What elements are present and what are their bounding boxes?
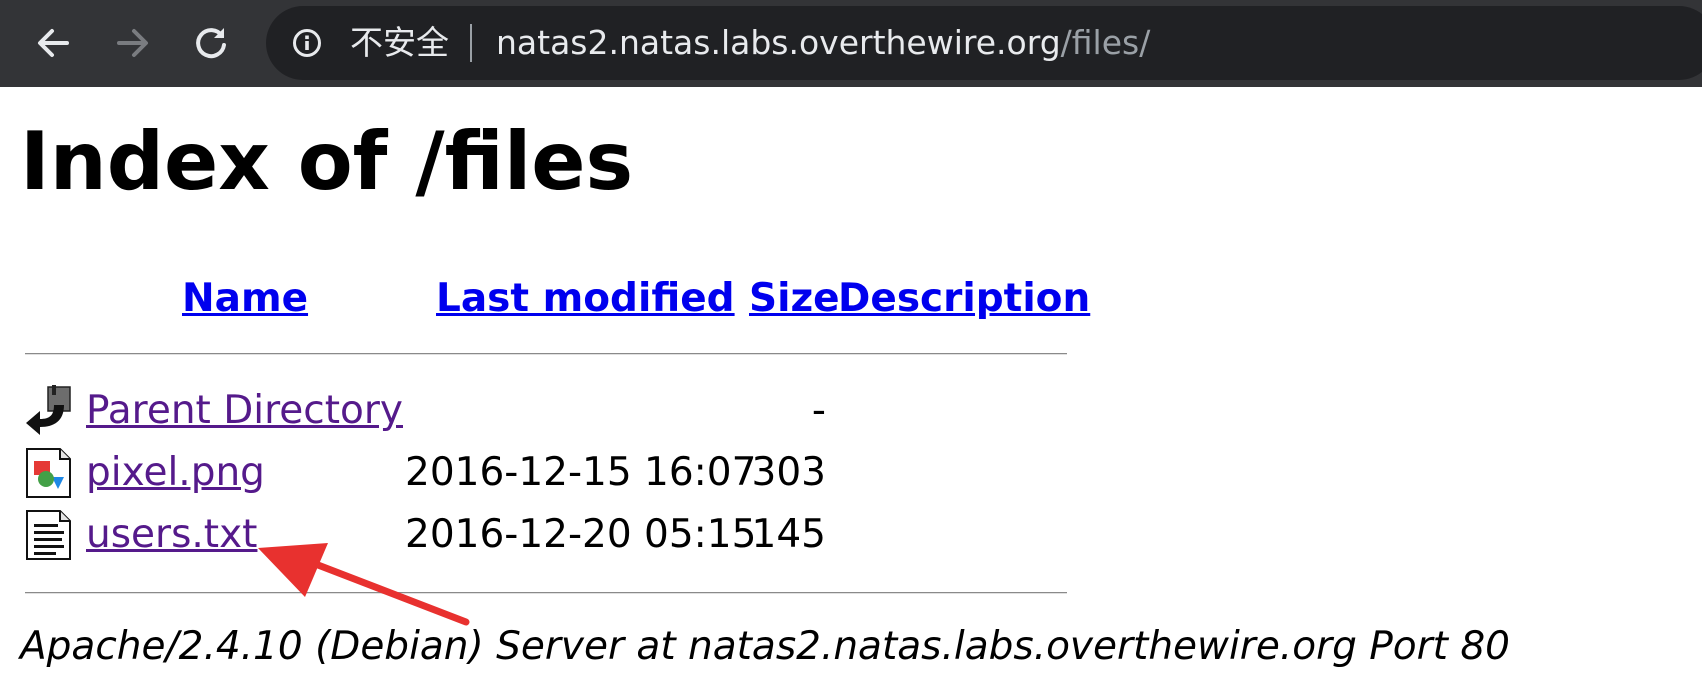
info-icon[interactable] bbox=[292, 28, 322, 58]
header-divider bbox=[25, 353, 1067, 355]
list-item-size: 303 bbox=[751, 450, 826, 495]
list-item-size: - bbox=[811, 388, 826, 433]
list-item-size: 145 bbox=[751, 512, 826, 557]
arrow-right-icon bbox=[117, 29, 148, 57]
image-file-icon bbox=[26, 448, 71, 498]
browser-toolbar: 不安全 natas2.natas.labs.overthewire.org/fi… bbox=[0, 0, 1702, 87]
back-button[interactable] bbox=[30, 20, 76, 66]
column-header-description[interactable]: Description bbox=[838, 276, 1090, 322]
list-item-link[interactable]: pixel.png bbox=[86, 450, 265, 496]
url-host: natas2.natas.labs.overthewire.org bbox=[496, 23, 1061, 62]
address-separator bbox=[470, 24, 472, 62]
url-path: /files/ bbox=[1060, 23, 1151, 62]
address-bar[interactable]: 不安全 natas2.natas.labs.overthewire.org/fi… bbox=[266, 6, 1702, 80]
arrow-left-icon bbox=[38, 29, 69, 57]
column-header-last-modified[interactable]: Last modified bbox=[436, 276, 735, 322]
list-item-modified: 2016-12-15 16:07 bbox=[405, 450, 757, 495]
forward-button[interactable] bbox=[110, 20, 156, 66]
reload-icon bbox=[196, 28, 226, 59]
list-item-link[interactable]: Parent Directory bbox=[86, 388, 403, 434]
page-title: Index of /files bbox=[20, 115, 634, 208]
server-signature: Apache/2.4.10 (Debian) Server at natas2.… bbox=[20, 624, 1510, 669]
list-item-link[interactable]: users.txt bbox=[86, 512, 257, 558]
text-file-icon bbox=[26, 510, 71, 560]
column-header-size[interactable]: Size bbox=[749, 276, 840, 322]
parent-directory-icon bbox=[26, 385, 71, 435]
security-label[interactable]: 不安全 bbox=[350, 23, 449, 63]
url-text[interactable]: natas2.natas.labs.overthewire.org/files/ bbox=[496, 23, 1150, 63]
list-item-modified: 2016-12-20 05:15 bbox=[405, 512, 757, 557]
column-header-name[interactable]: Name bbox=[182, 276, 308, 322]
reload-button[interactable] bbox=[188, 20, 234, 66]
footer-divider bbox=[25, 592, 1067, 594]
